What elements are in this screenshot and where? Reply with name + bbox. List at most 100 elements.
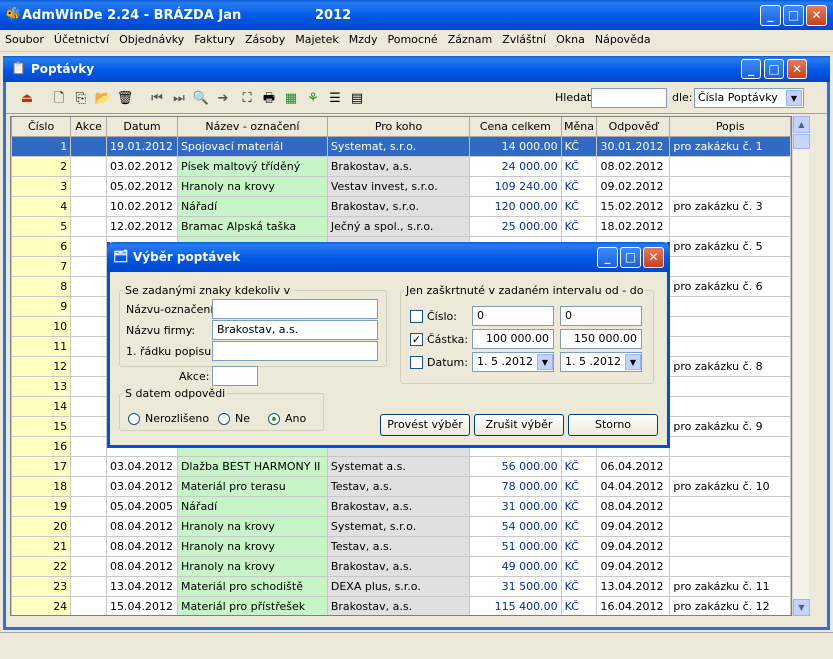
menu-mzdy[interactable]: Mzdy	[344, 30, 383, 46]
table-row[interactable]: 18 03.04.2012 Materiál pro terasu Testav, a…	[11, 475, 791, 497]
menu-faktury[interactable]: Faktury	[189, 30, 240, 46]
column-header[interactable]: Měna	[560, 117, 598, 137]
description-input[interactable]	[212, 341, 378, 361]
dialog-minimize-button[interactable]: _	[597, 247, 618, 268]
cancel-filter-button[interactable]: Zrušit výběr	[474, 414, 564, 436]
child-maximize-button[interactable]: □	[764, 59, 784, 79]
column-header[interactable]: Cena celkem	[469, 117, 562, 137]
dialog-maximize-button[interactable]: □	[620, 247, 641, 268]
amount-from-input[interactable]: 100 000.00	[472, 329, 554, 349]
minimize-button[interactable]: _	[760, 5, 781, 26]
table-row[interactable]: 4 10.02.2012 Nářadí Brakostav, s.r.o. 120 00…	[11, 195, 791, 217]
menu-pomocne[interactable]: Pomocné	[383, 30, 443, 46]
vertical-scrollbar[interactable]: ▲ ▼	[792, 116, 810, 616]
print-icon[interactable]: 🖶	[260, 90, 278, 108]
column-header[interactable]: Odpověď	[596, 117, 671, 137]
table-row[interactable]: 5 12.02.2012 Bramac Alpská taška Ječný a sp…	[11, 215, 791, 237]
radio-undecided[interactable]	[128, 413, 140, 425]
app-title-bar: 🐝 AdmWinDe 2.24 - BRÁZDA Jan 2012 _ □ ✕	[0, 0, 833, 30]
table-row[interactable]: 19 05.04.2005 Nářadí Brakostav, a.s. 31 000.…	[11, 495, 791, 517]
child-minimize-button[interactable]: _	[741, 59, 761, 79]
goto-icon[interactable]: ➔	[214, 90, 232, 108]
radio-no[interactable]	[218, 413, 230, 425]
table-cell: pro zakázku č. 9	[669, 415, 791, 437]
table-row[interactable]: 22 08.04.2012 Hranoly na krovy Brakostav, a…	[11, 555, 791, 577]
table-row[interactable]: 17 03.04.2012 Dlažba BEST HARMONY II System…	[11, 455, 791, 477]
table-cell	[70, 555, 107, 577]
report-icon[interactable]: ▤	[348, 90, 366, 108]
apply-filter-button[interactable]: Provést výběr	[380, 414, 470, 436]
table-row[interactable]: 3 05.02.2012 Hranoly na krovy Vestav invest…	[11, 175, 791, 197]
table-cell	[669, 555, 791, 577]
amount-to-input[interactable]: 150 000.00	[560, 329, 642, 349]
storno-button[interactable]: Storno	[568, 414, 658, 436]
table-cell: Testav, a.s.	[326, 475, 471, 497]
table-cell	[669, 435, 791, 457]
search-label: Hledat:	[555, 91, 595, 104]
date-to-dropdown-icon[interactable]: ▼	[625, 354, 641, 370]
dialog-close-button[interactable]: ✕	[643, 247, 664, 268]
table-cell	[70, 355, 107, 377]
menu-zasoby[interactable]: Zásoby	[240, 30, 290, 46]
search-input[interactable]	[591, 88, 667, 108]
column-header[interactable]: Popis	[669, 117, 791, 137]
table-row[interactable]: 24 15.04.2012 Materiál pro přístřešek Brako…	[11, 595, 791, 615]
name-input[interactable]	[212, 299, 378, 319]
menu-napoveda[interactable]: Nápověda	[590, 30, 656, 46]
search-by-value: Čísla Poptávky	[698, 91, 778, 104]
table-cell: 12.02.2012	[105, 215, 178, 237]
column-header[interactable]: Pro koho	[326, 117, 471, 137]
column-header[interactable]: Název - označení	[176, 117, 328, 137]
scroll-down-icon[interactable]: ▼	[793, 599, 810, 616]
table-row[interactable]: 1 19.01.2012 Spojovací materiál Systemat, s…	[11, 135, 791, 157]
scroll-thumb[interactable]	[793, 134, 810, 149]
search-icon[interactable]: 🔍	[192, 90, 210, 108]
chevron-down-icon[interactable]: ▼	[786, 90, 802, 106]
menu-ucetnictvi[interactable]: Účetnictví	[49, 30, 114, 46]
table-cell: Materiál pro terasu	[176, 475, 328, 497]
child-close-button[interactable]: ✕	[787, 59, 807, 79]
date-checkbox[interactable]	[410, 356, 423, 369]
menu-soubor[interactable]: Soubor	[0, 30, 49, 46]
table-cell: 14	[11, 395, 72, 417]
delete-icon[interactable]: 🗑	[116, 90, 134, 108]
search-by-select[interactable]: Čísla Poptávky ▼	[694, 88, 804, 108]
list-icon[interactable]: ☰	[326, 90, 344, 108]
scroll-up-icon[interactable]: ▲	[793, 116, 810, 133]
menu-majetek[interactable]: Majetek	[290, 30, 344, 46]
table-cell: 31 500.00	[469, 575, 562, 597]
date-from-dropdown-icon[interactable]: ▼	[537, 354, 553, 370]
tree-icon[interactable]: ⚘	[304, 90, 322, 108]
last-record-icon[interactable]: ⏭	[170, 90, 188, 108]
column-header[interactable]: Číslo	[11, 117, 72, 137]
firm-input[interactable]: Brakostav, a.s.	[212, 320, 378, 340]
table-row[interactable]: 20 08.04.2012 Hranoly na krovy Systemat, s.…	[11, 515, 791, 537]
open-folder-icon[interactable]: 📂	[94, 90, 112, 108]
exit-icon[interactable]: ⏏	[18, 90, 36, 108]
menu-objednavky[interactable]: Objednávky	[114, 30, 189, 46]
new-document-icon[interactable]: 🗋	[50, 90, 68, 108]
table-row[interactable]: 21 08.04.2012 Hranoly na krovy Testav, a.s.…	[11, 535, 791, 557]
table-cell	[669, 455, 791, 477]
column-header[interactable]: Akce	[70, 117, 107, 137]
table-row[interactable]: 23 13.04.2012 Materiál pro schodiště DEXA p…	[11, 575, 791, 597]
table-cell: 13	[11, 375, 72, 397]
first-record-icon[interactable]: ⏮	[148, 90, 166, 108]
excel-export-icon[interactable]: ▦	[282, 90, 300, 108]
copy-icon[interactable]: ⎘	[72, 90, 90, 108]
menu-zaznam[interactable]: Záznam	[443, 30, 497, 46]
number-to-input[interactable]: 0	[560, 306, 642, 326]
number-checkbox[interactable]	[410, 310, 423, 323]
amount-checkbox[interactable]: ✓	[410, 333, 423, 346]
maximize-button[interactable]: □	[783, 5, 804, 26]
select-icon[interactable]: ⛶	[238, 90, 256, 108]
column-header[interactable]: Datum	[105, 117, 178, 137]
table-row[interactable]: 2 03.02.2012 Písek maltový tříděný Brakosta…	[11, 155, 791, 177]
table-cell: 05.02.2012	[105, 175, 178, 197]
menu-zvlastni[interactable]: Zvláštní	[497, 30, 551, 46]
action-input[interactable]	[212, 366, 258, 386]
radio-yes[interactable]	[268, 413, 280, 425]
number-from-input[interactable]: 0	[472, 306, 554, 326]
close-button[interactable]: ✕	[806, 5, 827, 26]
menu-okna[interactable]: Okna	[551, 30, 590, 46]
